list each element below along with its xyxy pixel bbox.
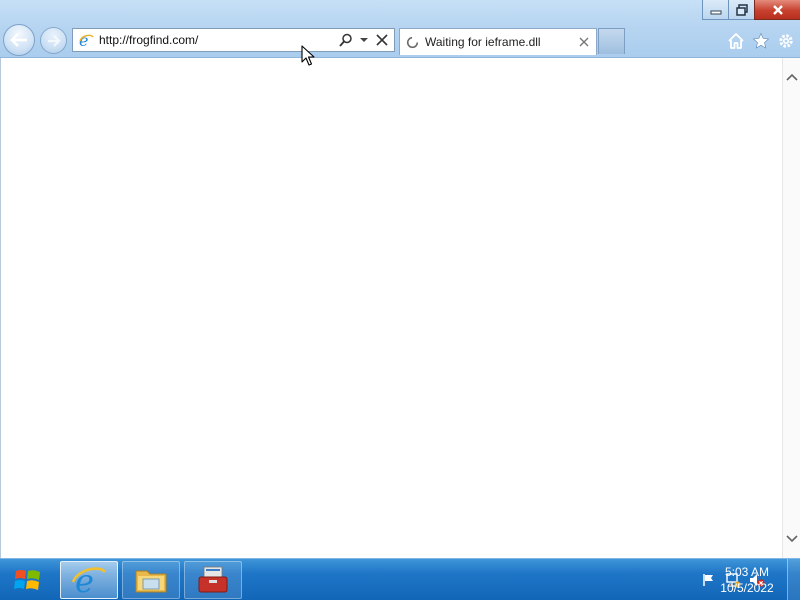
search-icon[interactable] xyxy=(338,31,354,49)
forward-button[interactable] xyxy=(40,27,67,54)
address-tools xyxy=(338,31,394,49)
taskbar-file-explorer[interactable] xyxy=(122,561,180,599)
show-desktop-button[interactable] xyxy=(787,559,800,600)
restore-icon xyxy=(735,3,748,16)
clock-date: 10/5/2022 xyxy=(720,581,774,595)
new-tab-button[interactable] xyxy=(598,28,625,54)
start-button[interactable] xyxy=(4,562,52,598)
close-icon[interactable] xyxy=(374,31,390,49)
internet-explorer-icon: e xyxy=(72,564,106,596)
folder-icon xyxy=(135,570,167,593)
command-icons xyxy=(725,30,796,51)
close-button[interactable] xyxy=(754,0,800,20)
url-field[interactable] xyxy=(97,30,338,50)
taskbar-internet-explorer[interactable]: e xyxy=(60,561,118,599)
screen: e Waiting for ieframe.dll xyxy=(0,0,800,600)
tab-close-icon[interactable] xyxy=(576,34,592,50)
back-button[interactable] xyxy=(3,24,35,56)
tab-active[interactable]: Waiting for ieframe.dll xyxy=(399,28,597,55)
vertical-scrollbar[interactable] xyxy=(782,58,800,558)
page-content[interactable] xyxy=(0,58,800,558)
close-icon xyxy=(772,4,783,15)
scroll-down-arrow-icon[interactable] xyxy=(786,532,798,544)
taskbar-toolbox[interactable] xyxy=(184,561,242,599)
system-clock[interactable]: 5:03 AM 10/5/2022 xyxy=(716,564,778,596)
home-icon[interactable] xyxy=(725,30,746,51)
star-icon[interactable] xyxy=(750,30,771,51)
chevron-down-icon[interactable] xyxy=(356,31,372,49)
windows-logo-icon xyxy=(14,570,40,590)
browser-titlebar: e Waiting for ieframe.dll xyxy=(0,0,800,58)
restore-button[interactable] xyxy=(728,0,754,20)
minimize-icon xyxy=(710,10,721,14)
arrow-left-icon xyxy=(10,33,27,47)
taskbar: e 5:03 AM 10/5/2022 xyxy=(0,558,800,600)
scroll-up-arrow-icon[interactable] xyxy=(786,72,798,84)
toolbox-icon xyxy=(198,566,228,593)
minimize-button[interactable] xyxy=(702,0,728,20)
arrow-right-icon xyxy=(47,34,61,47)
ie-page-icon: e xyxy=(75,29,97,51)
tab-title: Waiting for ieframe.dll xyxy=(425,35,541,49)
clock-time: 5:03 AM xyxy=(724,565,770,579)
address-bar[interactable]: e xyxy=(72,28,395,52)
gear-icon[interactable] xyxy=(775,30,796,51)
loading-spinner-icon xyxy=(406,35,420,49)
window-controls xyxy=(702,0,800,20)
